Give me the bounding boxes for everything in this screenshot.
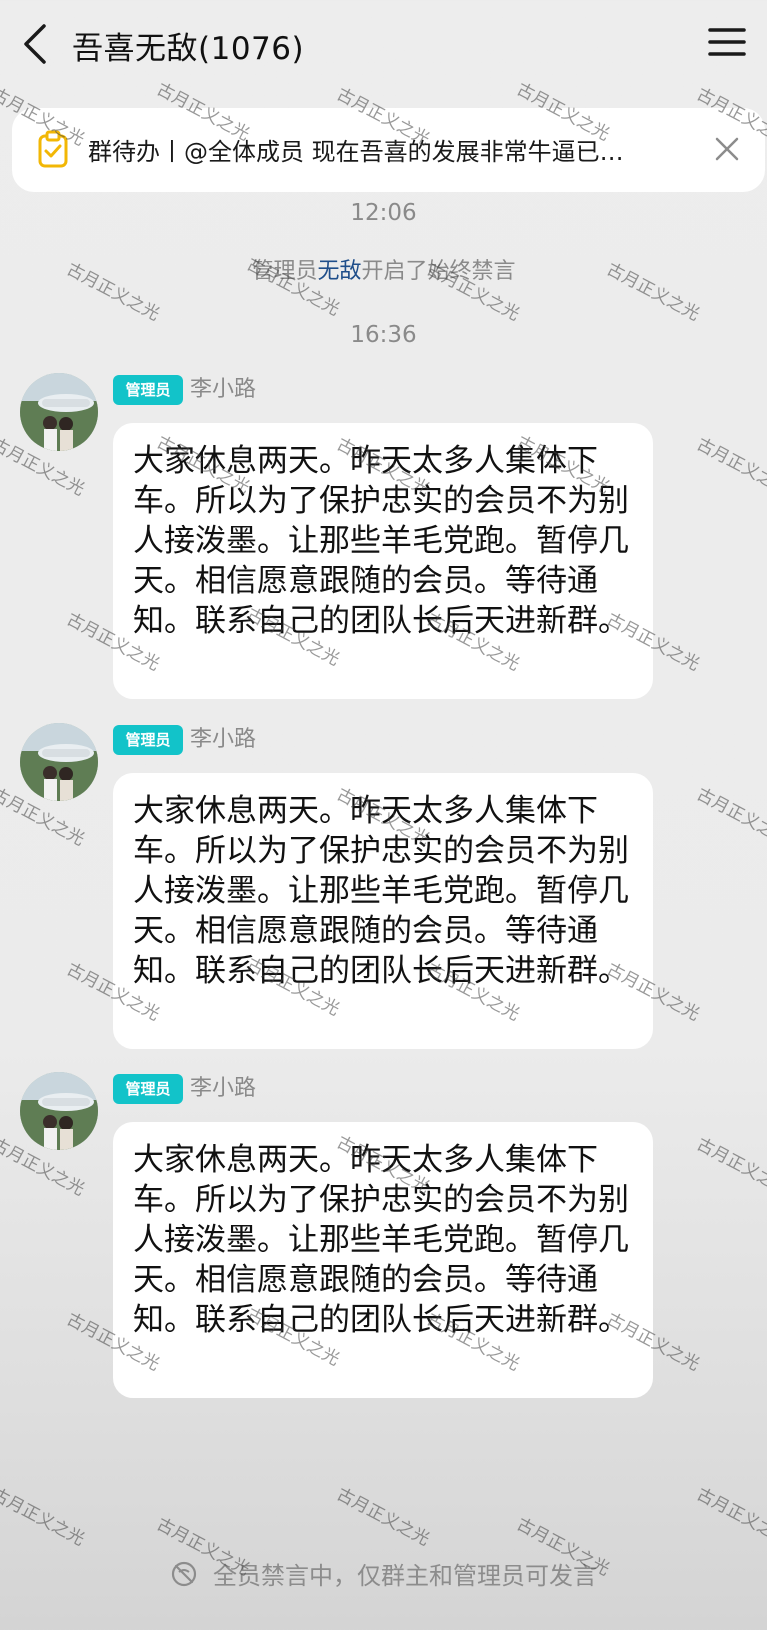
- message-text: 大家休息两天。昨天太多人集体下车。所以为了保护忠实的会员不为别人接泼墨。让那些羊…: [133, 1142, 629, 1338]
- watermark: 古月正义之光: [693, 1484, 767, 1550]
- message-bubble[interactable]: 大家休息两天。昨天太多人集体下车。所以为了保护忠实的会员不为别人接泼墨。让那些羊…: [113, 1122, 653, 1398]
- message-bubble[interactable]: 大家休息两天。昨天太多人集体下车。所以为了保护忠实的会员不为别人接泼墨。让那些羊…: [113, 773, 653, 1049]
- todo-banner-text: 群待办丨@全体成员 现在吾喜的发展非常牛逼已…: [88, 138, 624, 166]
- watermark: 古月正义之光: [0, 1484, 88, 1550]
- admin-badge: 管理员: [113, 725, 183, 755]
- message-bubble[interactable]: 大家休息两天。昨天太多人集体下车。所以为了保护忠实的会员不为别人接泼墨。让那些羊…: [113, 423, 653, 699]
- chevron-left-icon: [24, 24, 46, 64]
- sender-name[interactable]: 李小路: [190, 725, 256, 755]
- notice-prefix: 管理员: [251, 259, 318, 284]
- timestamp: 16:36: [350, 322, 417, 348]
- chat-message: 管理员 李小路 大家休息两天。昨天太多人集体下车。所以为了保护忠实的会员不为别人…: [0, 1072, 767, 1402]
- close-icon: [715, 137, 739, 161]
- sender-name[interactable]: 李小路: [190, 375, 256, 405]
- mute-status-text: 全员禁言中，仅群主和管理员可发言: [213, 1562, 598, 1590]
- mute-icon: [170, 1560, 198, 1588]
- admin-badge: 管理员: [113, 1074, 183, 1104]
- notice-suffix: 开启了始终禁言: [361, 259, 516, 284]
- mute-status-bar: 全员禁言中，仅群主和管理员可发言: [0, 1556, 767, 1600]
- message-text: 大家休息两天。昨天太多人集体下车。所以为了保护忠实的会员不为别人接泼墨。让那些羊…: [133, 443, 629, 639]
- back-button[interactable]: [20, 22, 54, 66]
- avatar[interactable]: [20, 373, 98, 451]
- chat-header: 吾喜无敌(1076): [0, 0, 767, 86]
- chat-message: 管理员 李小路 大家休息两天。昨天太多人集体下车。所以为了保护忠实的会员不为别人…: [0, 373, 767, 703]
- watermark: 古月正义之光: [333, 1484, 433, 1550]
- admin-mute-notice: 管理员无敌开启了始终禁言: [0, 253, 767, 285]
- group-todo-banner[interactable]: 群待办丨@全体成员 现在吾喜的发展非常牛逼已…: [12, 108, 765, 192]
- chat-title: 吾喜无敌(1076): [72, 31, 305, 67]
- timestamp: 12:06: [350, 200, 417, 226]
- hamburger-menu-icon: [708, 28, 746, 56]
- admin-name-link[interactable]: 无敌: [317, 259, 361, 284]
- menu-button[interactable]: [708, 26, 746, 58]
- message-text: 大家休息两天。昨天太多人集体下车。所以为了保护忠实的会员不为别人接泼墨。让那些羊…: [133, 793, 629, 989]
- avatar[interactable]: [20, 1072, 98, 1150]
- clipboard-check-icon: [38, 130, 68, 168]
- sender-name[interactable]: 李小路: [190, 1074, 256, 1104]
- avatar[interactable]: [20, 723, 98, 801]
- close-button[interactable]: [712, 134, 742, 164]
- chat-message: 管理员 李小路 大家休息两天。昨天太多人集体下车。所以为了保护忠实的会员不为别人…: [0, 723, 767, 1053]
- admin-badge: 管理员: [113, 375, 183, 405]
